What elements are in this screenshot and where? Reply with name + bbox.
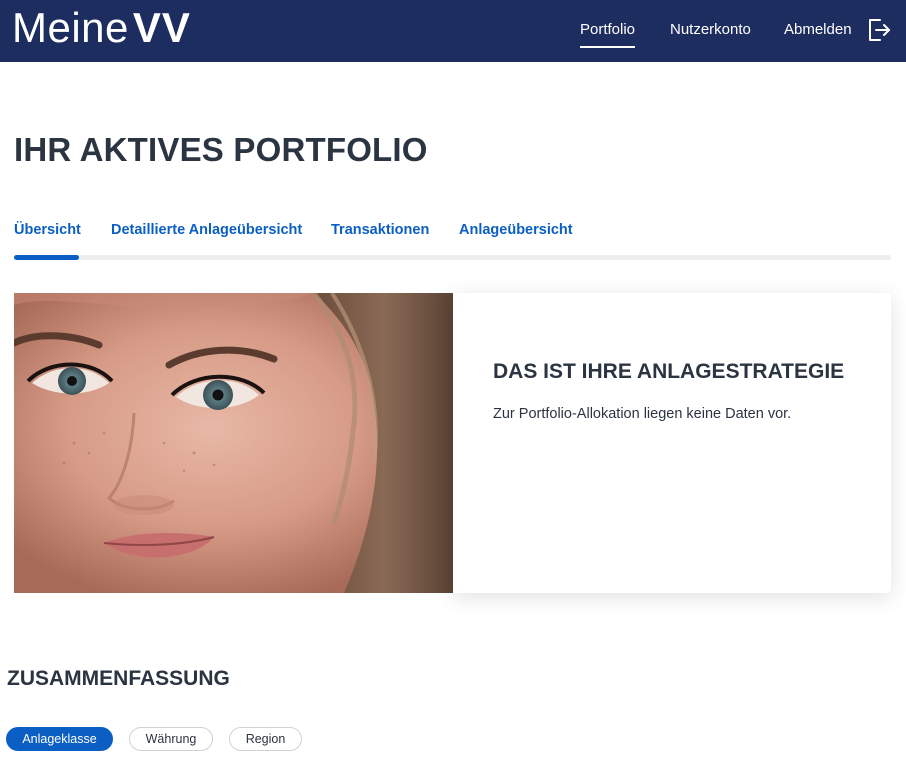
summary-title: ZUSAMMENFASSUNG [7, 667, 230, 690]
page-title: IHR AKTIVES PORTFOLIO [14, 131, 428, 168]
nav-account-link[interactable]: Nutzerkonto [670, 20, 751, 40]
filter-currency-button[interactable]: Währung [129, 727, 213, 751]
tab-overview[interactable]: Übersicht [14, 219, 81, 241]
brand-logo-text-bold: VV [132, 4, 191, 51]
nav-logout-link[interactable]: Abmelden [784, 20, 852, 40]
top-navigation-bar: MeineVV Portfolio Nutzerkonto Abmelden [0, 0, 906, 62]
brand-logo-text-light: Meine [12, 4, 129, 51]
nav-portfolio-link[interactable]: Portfolio [580, 20, 636, 48]
brand-logo[interactable]: MeineVV [12, 5, 191, 51]
logout-icon[interactable] [866, 17, 892, 43]
active-tab-indicator [14, 255, 79, 260]
strategy-empty-message: Zur Portfolio-Allokation liegen keine Da… [493, 406, 792, 422]
portfolio-tabs: Übersicht Detaillierte Anlageübersicht T… [14, 219, 891, 261]
portrait-photo [14, 293, 453, 593]
tab-investment-overview[interactable]: Anlageübersicht [459, 219, 573, 241]
tab-track [14, 255, 891, 260]
tab-detailed-investment-overview[interactable]: Detaillierte Anlageübersicht [111, 219, 302, 241]
tab-transactions[interactable]: Transaktionen [331, 219, 429, 241]
filter-region-button[interactable]: Region [229, 727, 302, 751]
strategy-card: DAS IST IHRE ANLAGESTRATEGIE Zur Portfol… [453, 293, 891, 593]
strategy-title: DAS IST IHRE ANLAGESTRATEGIE [493, 360, 845, 383]
filter-asset-class-button[interactable]: Anlageklasse [6, 727, 113, 751]
